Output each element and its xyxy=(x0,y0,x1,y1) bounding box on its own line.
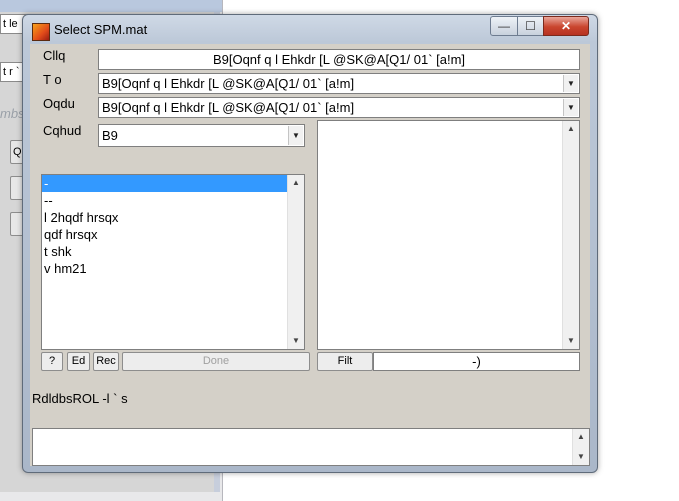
scroll-up-icon[interactable]: ▲ xyxy=(563,121,579,137)
chevron-down-icon[interactable]: ▼ xyxy=(288,126,303,145)
dir-label: Cllq xyxy=(43,48,66,63)
window-title: Select SPM.mat xyxy=(54,22,148,37)
chevron-down-icon[interactable]: ▼ xyxy=(563,99,578,116)
drive-label: Cqhud xyxy=(43,123,82,138)
ed-button[interactable]: Ed xyxy=(67,352,90,371)
scroll-down-icon[interactable]: ▼ xyxy=(563,333,579,349)
directory-listbox[interactable]: - -- l 2hqdf hrsqx qdf hrsqx t shk v hm21 ▲ ▼ xyxy=(41,174,305,350)
list-item[interactable]: qdf hrsqx xyxy=(42,226,287,243)
drive-value: B9 xyxy=(102,128,118,143)
filter-field[interactable]: -) xyxy=(373,352,580,371)
dir-value: B9[Oqnf q l Ehkdr [L @SK@A[Q1/ 01` [a!m] xyxy=(212,52,466,67)
prev-label: Oqdu xyxy=(43,96,75,111)
scroll-down-icon[interactable]: ▼ xyxy=(288,333,304,349)
filt-button[interactable]: Filt xyxy=(317,352,373,371)
dialog-client-area: Cllq B9[Oqnf q l Ehkdr [L @SK@A[Q1/ 01` … xyxy=(30,44,590,466)
maximize-button[interactable]: ☐ xyxy=(517,16,544,36)
message-box[interactable]: ▲ ▼ xyxy=(32,428,590,466)
file-list-scrollbar[interactable]: ▲ ▼ xyxy=(562,121,579,349)
close-button[interactable]: ✕ xyxy=(543,16,589,36)
list-item[interactable]: v hm21 xyxy=(42,260,287,277)
help-button[interactable]: ? xyxy=(41,352,63,371)
directory-items: - -- l 2hqdf hrsqx qdf hrsqx t shk v hm21 xyxy=(42,175,304,277)
scroll-up-icon[interactable]: ▲ xyxy=(288,175,304,191)
chevron-down-icon[interactable]: ▼ xyxy=(563,75,578,92)
done-button[interactable]: Done xyxy=(122,352,310,371)
select-spm-dialog: Select SPM.mat — ☐ ✕ Cllq B9[Oqnf q l Eh… xyxy=(22,14,598,473)
status-text: RdldbsROL -l ` s xyxy=(32,391,128,406)
scroll-down-icon[interactable]: ▼ xyxy=(573,449,589,465)
list-item[interactable]: -- xyxy=(42,192,287,209)
list-item[interactable]: - xyxy=(42,175,287,192)
minimize-button[interactable]: — xyxy=(490,16,518,36)
drive-dropdown[interactable]: B9 ▼ xyxy=(98,124,305,147)
message-box-scrollbar[interactable]: ▲ ▼ xyxy=(572,429,589,465)
up-label: T o xyxy=(43,72,62,87)
directory-list-scrollbar[interactable]: ▲ ▼ xyxy=(287,175,304,349)
prev-value: B9[Oqnf q l Ehkdr [L @SK@A[Q1/ 01` [a!m] xyxy=(102,100,355,115)
list-item[interactable]: l 2hqdf hrsqx xyxy=(42,209,287,226)
scroll-up-icon[interactable]: ▲ xyxy=(573,429,589,445)
filter-value: -) xyxy=(472,354,481,369)
dir-field[interactable]: B9[Oqnf q l Ehkdr [L @SK@A[Q1/ 01` [a!m] xyxy=(98,49,580,70)
up-dropdown[interactable]: B9[Oqnf q l Ehkdr [L @SK@A[Q1/ 01` [a!m]… xyxy=(98,73,580,94)
list-item[interactable]: t shk xyxy=(42,243,287,260)
background-italic-text: mbs xyxy=(0,106,25,121)
title-bar[interactable]: Select SPM.mat — ☐ ✕ xyxy=(22,14,598,44)
prev-dropdown[interactable]: B9[Oqnf q l Ehkdr [L @SK@A[Q1/ 01` [a!m]… xyxy=(98,97,580,118)
up-value: B9[Oqnf q l Ehkdr [L @SK@A[Q1/ 01` [a!m] xyxy=(102,76,355,91)
rec-button[interactable]: Rec xyxy=(93,352,119,371)
background-window-frame xyxy=(0,0,222,12)
matlab-icon xyxy=(32,23,50,41)
file-listbox[interactable]: ▲ ▼ xyxy=(317,120,580,350)
